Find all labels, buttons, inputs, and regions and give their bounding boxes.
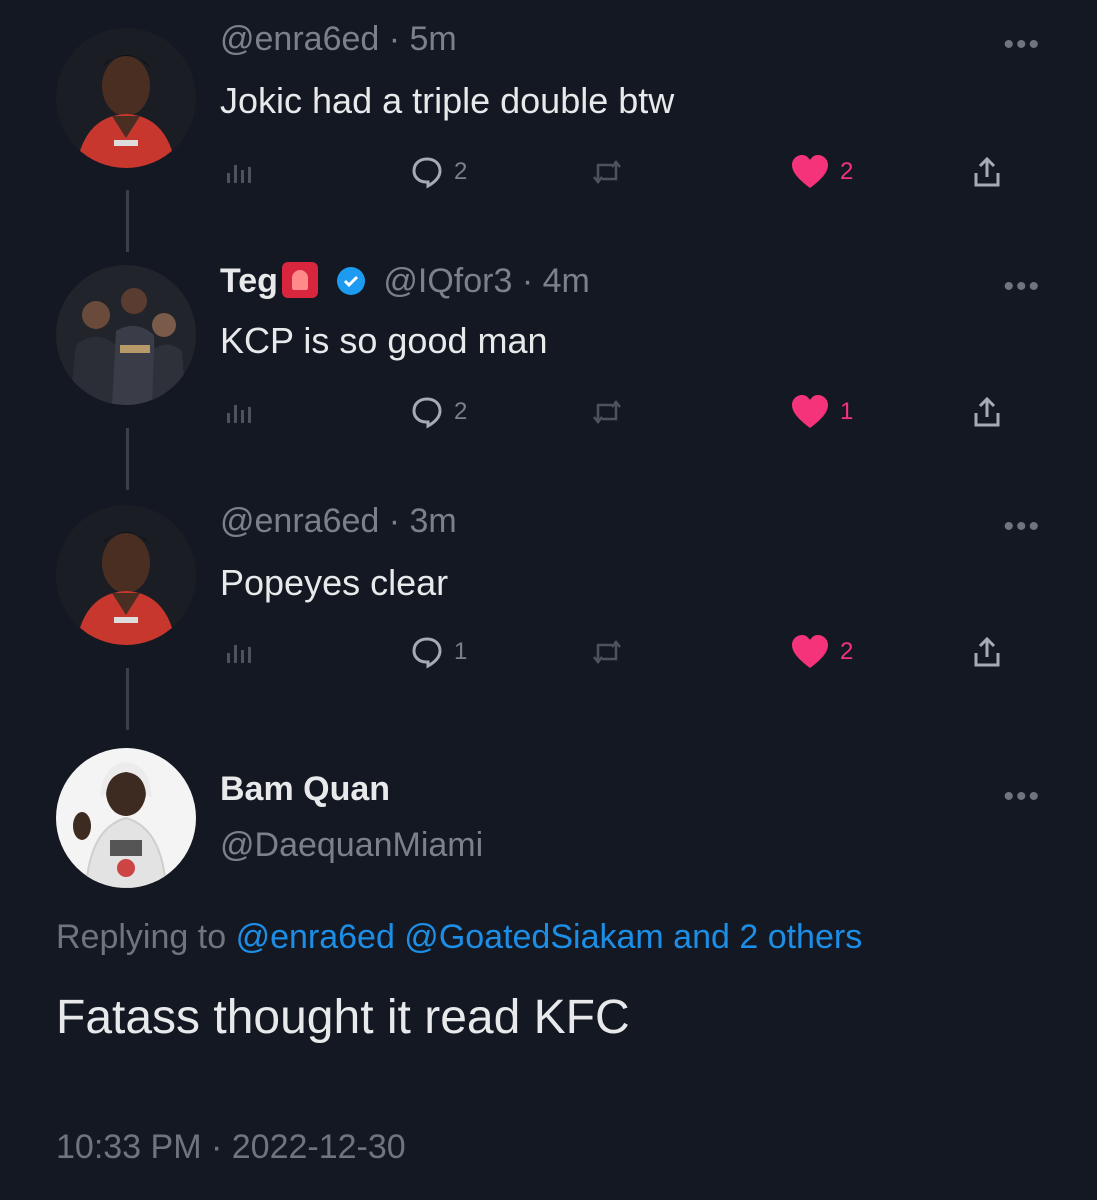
reply-count: 2 bbox=[454, 398, 468, 425]
more-options-icon[interactable]: ••• bbox=[1003, 782, 1041, 812]
views-icon bbox=[227, 165, 251, 183]
reply-button[interactable]: 1 bbox=[410, 630, 467, 674]
tweet-actions: 2 2 bbox=[220, 150, 1040, 194]
avatar[interactable] bbox=[56, 265, 196, 405]
share-icon bbox=[974, 396, 1000, 427]
avatar[interactable] bbox=[56, 748, 196, 888]
tweet-header: @enra6ed · 3m bbox=[220, 502, 457, 541]
verified-badge-icon bbox=[336, 267, 365, 295]
heart-icon bbox=[792, 155, 828, 188]
main-tweet-text: Fatass thought it read KFC bbox=[56, 991, 630, 1044]
share-button[interactable] bbox=[972, 150, 1002, 194]
views-button[interactable] bbox=[224, 390, 254, 434]
avatar[interactable] bbox=[56, 505, 196, 645]
thread-line bbox=[126, 668, 129, 730]
like-button[interactable]: 2 bbox=[790, 630, 853, 674]
handle-time[interactable]: @enra6ed · 5m bbox=[220, 20, 457, 58]
more-options-icon[interactable]: ••• bbox=[1003, 30, 1041, 60]
share-button[interactable] bbox=[972, 630, 1002, 674]
reply-button[interactable]: 2 bbox=[410, 390, 467, 434]
handle-time[interactable]: @IQfor3 · 4m bbox=[383, 262, 589, 300]
retweet-button[interactable] bbox=[590, 150, 624, 194]
main-tweet-header: Bam Quan bbox=[220, 770, 390, 809]
handle[interactable]: @DaequanMiami bbox=[220, 826, 483, 864]
tweet-actions: 2 1 bbox=[220, 390, 1040, 434]
share-icon bbox=[974, 156, 1000, 187]
reply-icon bbox=[412, 397, 442, 429]
tweet-header: Teg @IQfor3 · 4m bbox=[220, 262, 590, 301]
avatar[interactable] bbox=[56, 28, 196, 168]
views-icon bbox=[227, 405, 251, 423]
thread-line bbox=[126, 190, 129, 252]
like-button[interactable]: 2 bbox=[790, 150, 853, 194]
replying-to-label: Replying to bbox=[56, 918, 227, 956]
main-tweet-handle-row: @DaequanMiami bbox=[220, 826, 483, 865]
reply-button[interactable]: 2 bbox=[410, 150, 467, 194]
tweet-text: Popeyes clear bbox=[220, 562, 449, 603]
retweet-button[interactable] bbox=[590, 390, 624, 434]
handle-time[interactable]: @enra6ed · 3m bbox=[220, 502, 457, 540]
like-button[interactable]: 1 bbox=[790, 390, 853, 434]
retweet-icon bbox=[593, 639, 621, 665]
replying-to-links[interactable]: @enra6ed @GoatedSiakam and 2 others bbox=[236, 918, 863, 956]
thread-line bbox=[126, 428, 129, 490]
tweet-actions: 1 2 bbox=[220, 630, 1040, 674]
more-options-icon[interactable]: ••• bbox=[1003, 512, 1041, 542]
tweet-header: @enra6ed · 5m bbox=[220, 20, 457, 59]
display-name[interactable]: Bam Quan bbox=[220, 770, 390, 808]
tweet-text: KCP is so good man bbox=[220, 320, 548, 361]
share-icon bbox=[974, 636, 1000, 667]
heart-icon bbox=[792, 635, 828, 668]
tweet-text: Jokic had a triple double btw bbox=[220, 80, 675, 121]
tweet-timestamp[interactable]: 10:33 PM · 2022-12-30 bbox=[56, 1128, 406, 1167]
share-button[interactable] bbox=[972, 390, 1002, 434]
retweet-icon bbox=[593, 399, 621, 425]
views-icon bbox=[227, 645, 251, 663]
like-count: 2 bbox=[840, 158, 854, 185]
views-button[interactable] bbox=[224, 630, 254, 674]
like-count: 2 bbox=[840, 638, 854, 665]
display-name[interactable]: Teg bbox=[220, 262, 278, 300]
heart-icon bbox=[792, 395, 828, 428]
reply-icon bbox=[412, 157, 442, 189]
retweet-button[interactable] bbox=[590, 630, 624, 674]
views-button[interactable] bbox=[224, 150, 254, 194]
more-options-icon[interactable]: ••• bbox=[1003, 272, 1041, 302]
siren-emoji-icon bbox=[281, 262, 318, 298]
reply-count: 2 bbox=[454, 158, 468, 185]
reply-count: 1 bbox=[454, 638, 468, 665]
replying-to-line: Replying to @enra6ed @GoatedSiakam and 2… bbox=[56, 918, 862, 957]
retweet-icon bbox=[593, 159, 621, 185]
reply-icon bbox=[412, 637, 442, 669]
like-count: 1 bbox=[840, 398, 854, 425]
